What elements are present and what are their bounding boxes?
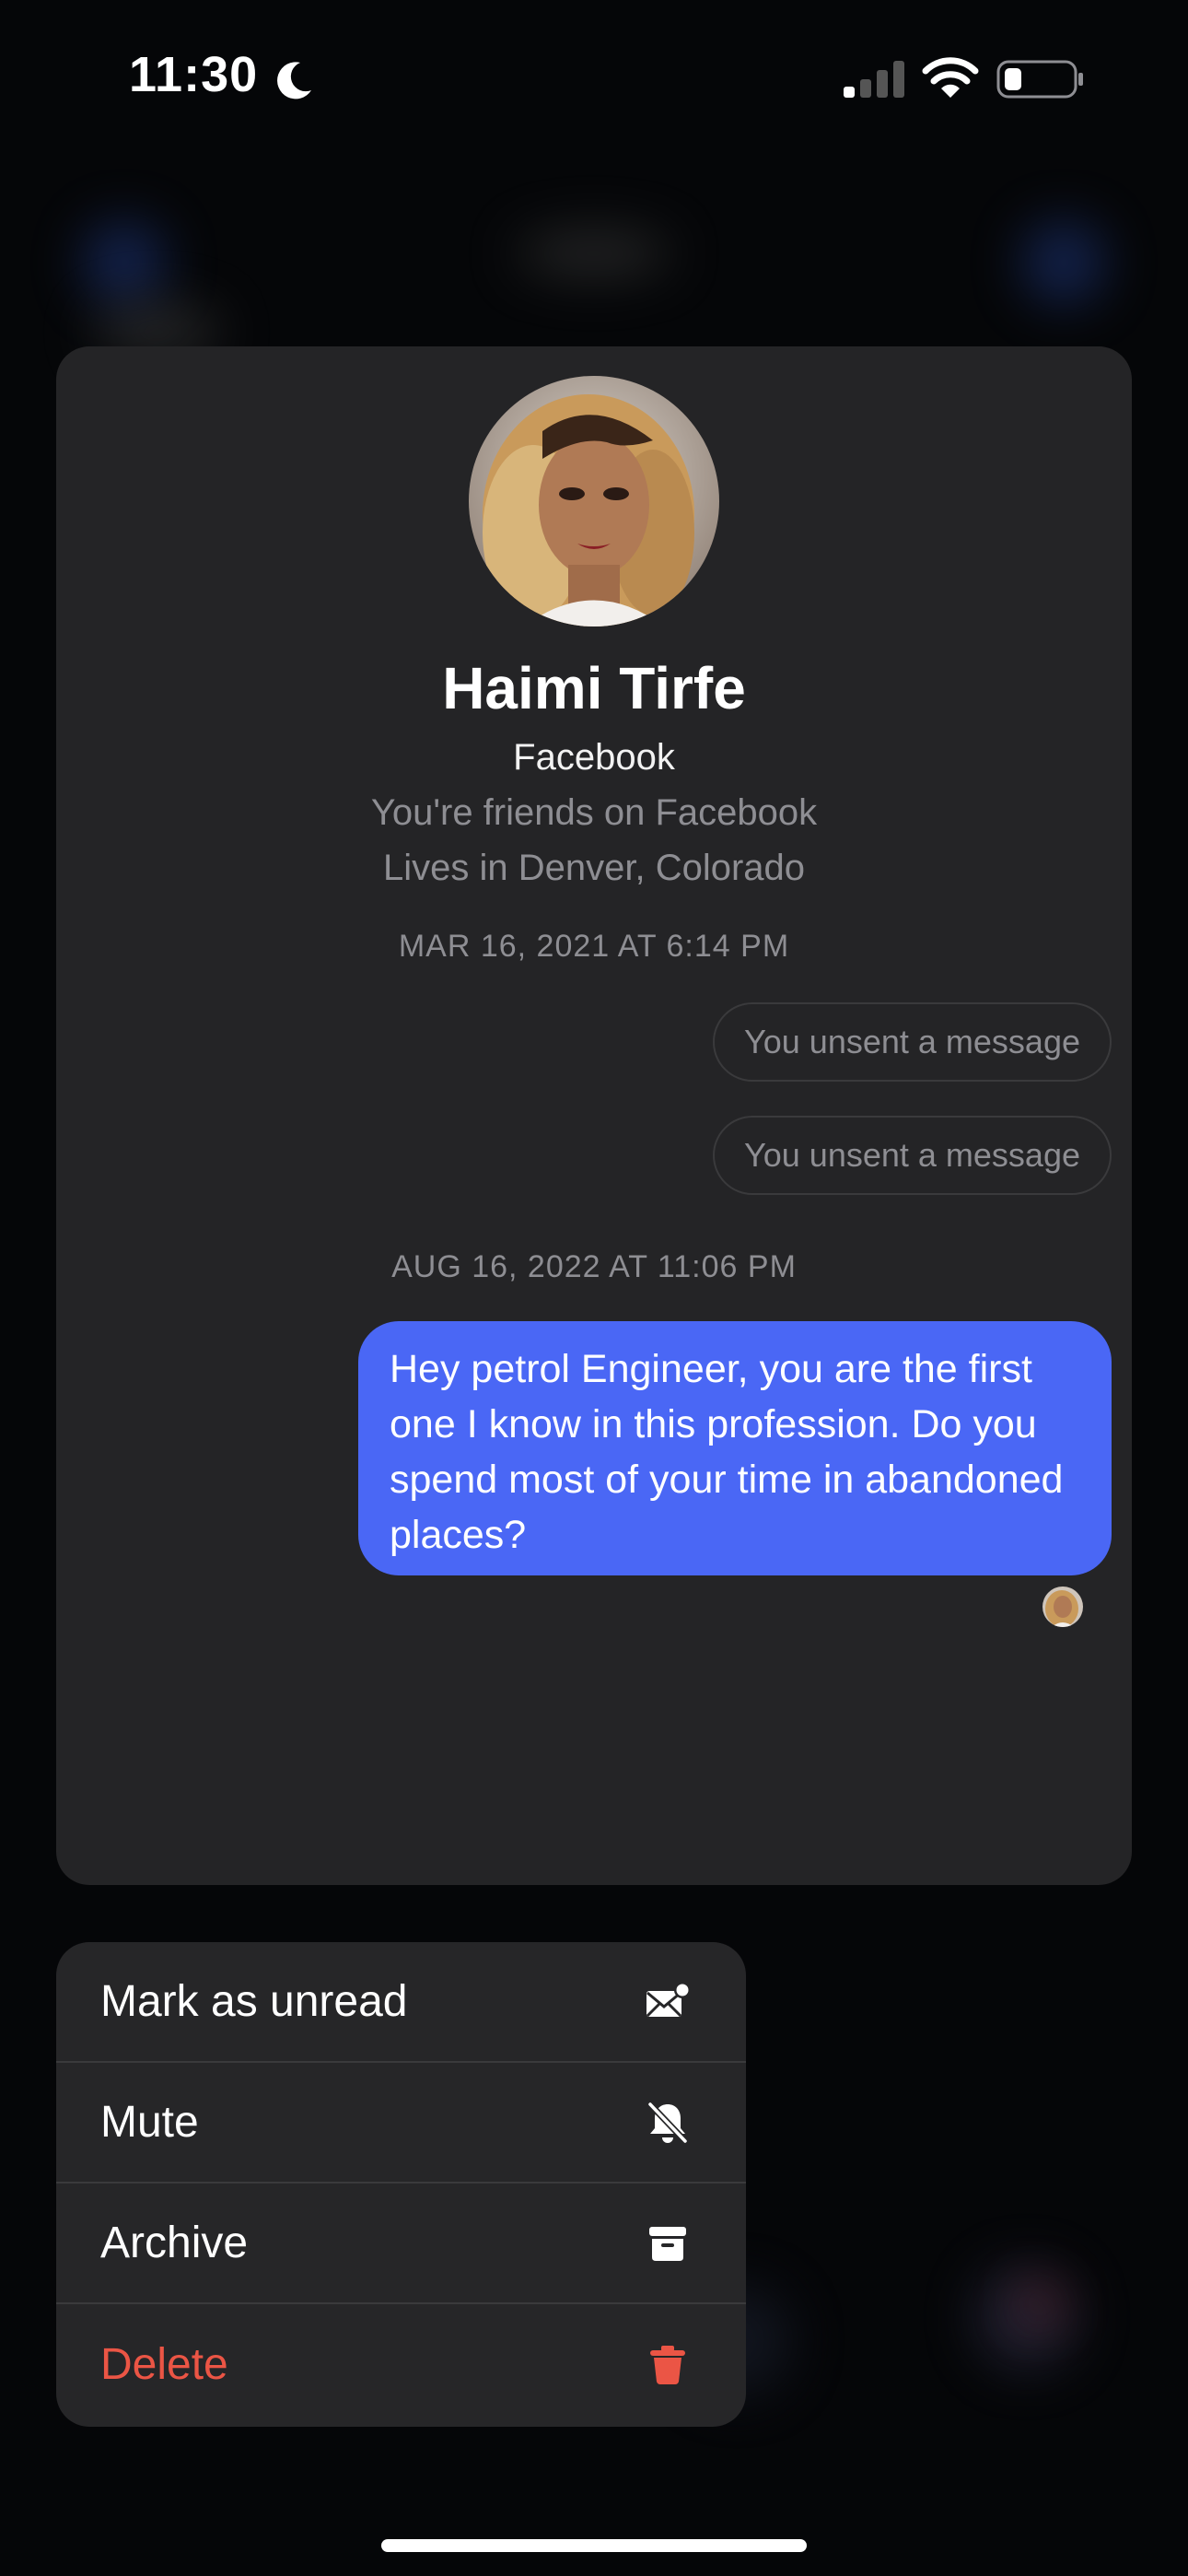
menu-item-archive[interactable]: Archive [56, 2184, 746, 2304]
menu-item-mute[interactable]: Mute [56, 2063, 746, 2184]
cellular-signal-icon [844, 61, 904, 98]
envelope-badge-icon [645, 1979, 691, 2025]
friendship-note: You're friends on Facebook [370, 792, 818, 833]
background-blur-blob [1022, 2285, 1059, 2322]
contact-location: Lives in Denver, Colorado [382, 848, 806, 888]
context-menu: Mark as unread Mute Archive Delete [56, 1942, 746, 2427]
menu-item-label: Archive [100, 2219, 249, 2267]
unsent-message-bubble: You unsent a message [713, 1002, 1112, 1082]
trash-icon [645, 2342, 691, 2388]
seen-by-avatar [1042, 1587, 1083, 1627]
unsent-message-bubble: You unsent a message [713, 1116, 1112, 1195]
menu-item-label: Mark as unread [100, 1977, 408, 2026]
message-timestamp: AUG 16, 2022 AT 11:06 PM [391, 1249, 797, 1284]
contact-source: Facebook [513, 737, 675, 778]
wifi-icon [922, 57, 979, 98]
status-bar: 11:30 [0, 0, 1188, 161]
background-blur-blob [516, 230, 672, 276]
message-timestamp: MAR 16, 2021 AT 6:14 PM [398, 929, 790, 964]
background-blur-blob [83, 221, 166, 304]
background-blur-blob [1022, 221, 1105, 304]
sent-message-bubble: Hey petrol Engineer, you are the first o… [358, 1321, 1112, 1575]
menu-item-delete[interactable]: Delete [56, 2304, 746, 2425]
profile-avatar [469, 376, 719, 626]
background-blur-blob [976, 2266, 1077, 2368]
home-indicator[interactable] [381, 2539, 807, 2552]
archive-box-icon [645, 2220, 691, 2266]
conversation-preview-card[interactable]: Haimi Tirfe Facebook You're friends on F… [56, 346, 1132, 1885]
menu-item-mark-as-unread[interactable]: Mark as unread [56, 1942, 746, 2063]
battery-icon [996, 60, 1083, 99]
menu-item-label: Mute [100, 2098, 199, 2147]
contact-name: Haimi Tirfe [442, 655, 746, 721]
status-time: 11:30 [129, 47, 259, 102]
bell-slash-icon [645, 2100, 691, 2146]
menu-item-label: Delete [100, 2340, 228, 2389]
moon-icon [277, 62, 311, 100]
